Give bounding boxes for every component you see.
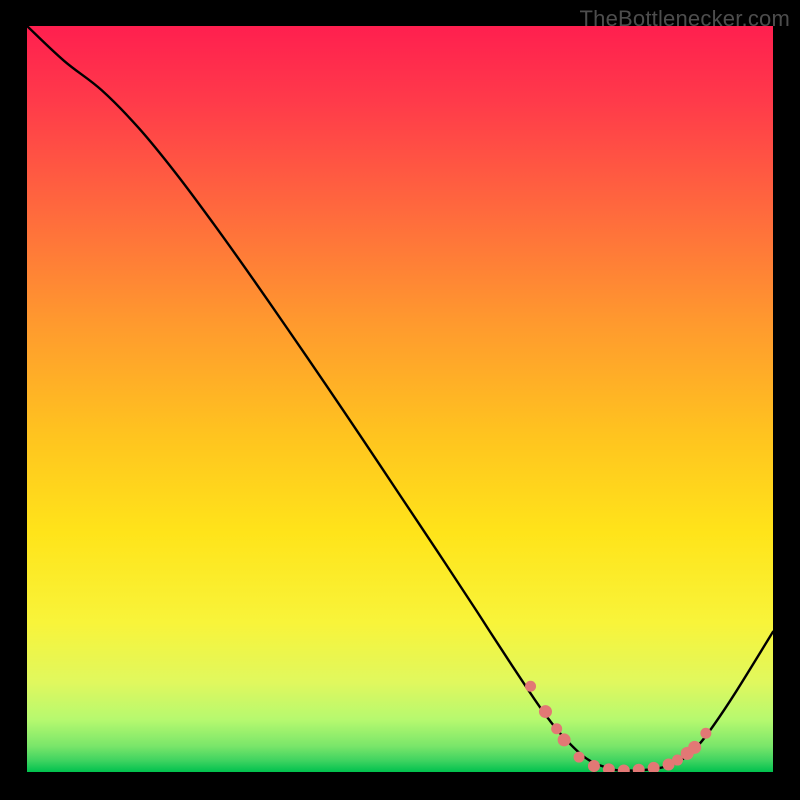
site-watermark: TheBottlenecker.com (580, 6, 790, 32)
marker-dot (525, 681, 536, 692)
marker-dot (588, 760, 600, 772)
plot-area (27, 26, 773, 772)
marker-dot (688, 741, 701, 754)
marker-dot (672, 755, 683, 766)
gradient-background (27, 26, 773, 772)
stage: TheBottlenecker.com (0, 0, 800, 800)
marker-dot (551, 723, 562, 734)
marker-dot (558, 733, 571, 746)
chart-svg (27, 26, 773, 772)
marker-dot (539, 705, 552, 718)
marker-dot (700, 728, 711, 739)
marker-dot (574, 752, 585, 763)
